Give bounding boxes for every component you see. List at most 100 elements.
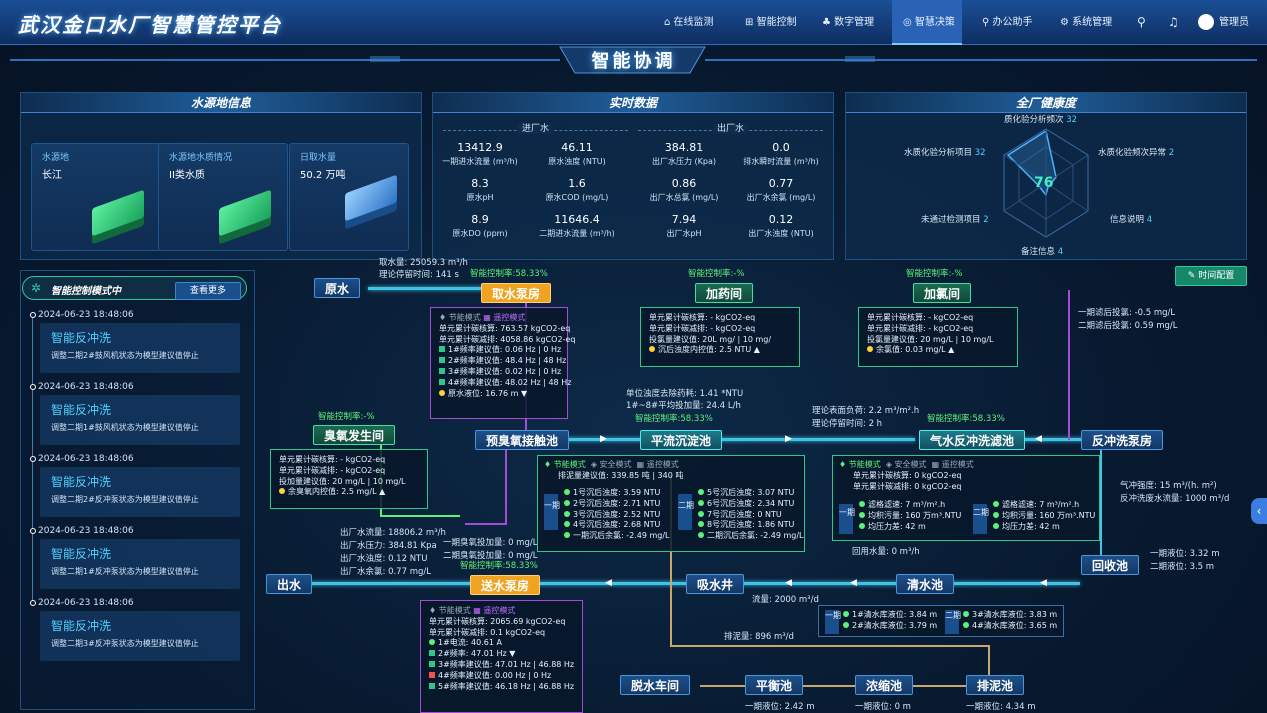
rt-value: 8.3 [471,177,489,190]
node-ozone-room[interactable]: 臭氧发生间 [313,425,396,445]
node-raw-water[interactable]: 原水 [314,278,361,298]
source-card-location: 水源地 长江 [31,143,161,251]
nav-online-monitor[interactable]: ⌂ 在线监测 [664,0,714,45]
node-send-pump[interactable]: 送水泵房 [470,575,541,595]
edit-icon: ✎ [1187,271,1196,281]
filter-right-list: 滤格滤速: 7 m³/m².h 均积污量: 160 万m³.NTU 均压力差: … [993,500,1095,532]
mode-label: 智能控制模式中 [51,286,121,297]
rt-cell: 11646.4 二期进水流量 (m³/h) [532,213,622,239]
rt-cell: 0.0 排水瞬时流量 (m³/h) [736,141,826,167]
dosing-info-box: 单元累计碳核算: - kgCO2-eq 单元累计碳减排: - kgCO2-eq … [640,307,800,367]
timeline-dot [30,384,36,390]
node-filter[interactable]: 气水反冲洗滤池 [919,430,1026,450]
timeline-dot [30,312,36,318]
out-cl-label: 出厂水余氯: 0.77 mg/L [340,567,431,577]
nav-system-mgmt[interactable]: ⚙ 系统管理 [1060,0,1112,45]
remote-icon: ▦ [473,606,481,615]
event-card[interactable]: 智能反冲洗 调整二期1#鼓风机状态为模型建议值停止 [40,395,240,445]
time-config-button[interactable]: ✎ 时间配置 [1175,266,1247,286]
info-line: 单元累计碳减排: 4058.86 kgCO2-eq [439,334,576,344]
node-dewatering[interactable]: 脱水车间 [620,675,691,695]
nav-digital-mgmt[interactable]: ♣ 数字管理 [822,0,874,45]
node-dosing-room[interactable]: 加药间 [695,283,754,303]
bell-icon[interactable]: ♫ [1168,0,1179,45]
intake-rate-label: 智能控制率:58.33% [470,269,548,279]
chlor-info-box: 单元累计碳核算: - kgCO2-eq 单元累计碳减排: - kgCO2-eq … [858,307,1018,367]
event-desc: 调整二期2#反冲泵状态为模型建议值停止 [51,495,199,504]
rt-cell: 0.12 出厂水浊度 (NTU) [736,213,826,239]
card-value: 长江 [42,170,62,181]
node-chlorination-room[interactable]: 加氯间 [913,283,972,303]
pipe [505,445,507,525]
mode-row: ♦ 节能模式 ▦ 遥控模式 [429,606,516,615]
clear-left-list: 1#清水库液位: 3.84 m 2#清水库液位: 3.79 m [843,610,937,632]
node-balance-tank[interactable]: 平衡池 [745,675,804,695]
rt-label: 出厂水总氯 (mg/L) [649,193,719,202]
event-card[interactable]: 智能反冲洗 调整二期1#反冲泵状态为模型建议值停止 [40,539,240,589]
node-thickener[interactable]: 浓缩池 [855,675,914,695]
info-line: 4#频率建议值: 0.00 Hz | 0 Hz [429,671,574,682]
nav-smart-decision[interactable]: ◎ 智慧决策 [892,0,962,45]
rt-value: 13412.9 [457,141,503,154]
info-line: 单元累计碳核算: - kgCO2-eq [649,313,756,322]
event-card[interactable]: 智能反冲洗 调整二期2#鼓风机状态为模型建议值停止 [40,323,240,373]
arrow-icon: ◀ [785,578,792,588]
info-line: 单元累计碳核算: 0 kgCO2-eq [853,470,962,480]
shield-icon: ◈ [885,460,892,469]
node-preozone[interactable]: 预臭氧接触池 [475,430,570,450]
rt-value: 7.94 [671,213,697,226]
rt-label: 排水瞬时流量 (m³/h) [743,157,819,166]
info-line: 2#频率: 47.01 Hz ▼ [429,649,574,660]
sed-avg-label: 1#~8#平均投加量: 24.4 L/h [626,401,741,411]
dosing-rate-label: 智能控制率:-% [688,269,745,279]
rt-label: 出厂水余氯 (mg/L) [746,193,816,202]
sludge-flow-label: 排泥量: 896 m³/d [724,632,794,642]
event-card[interactable]: 智能反冲洗 调整二期3#反冲泵状态为模型建议值停止 [40,611,240,661]
node-recovery-tank[interactable]: 回收池 [1081,555,1140,575]
card-label: 水源地 [42,153,70,163]
wrench-icon: ⚲ [982,17,990,28]
node-outflow[interactable]: 出水 [266,574,313,594]
level2-label: 二期液位: 3.5 m [1150,562,1215,572]
nav-smart-control[interactable]: ⊞ 智能控制 [745,0,797,45]
node-suction-well[interactable]: 吸水井 [686,574,745,594]
radar-axis-label: 备注信息 4 [1021,247,1064,257]
event-time: 2024-06-23 18:48:06 [38,310,134,320]
intake-flow-label: 取水量: 25059.3 m³/h [379,258,468,268]
thicken-level-label: 一期液位: 0 m [855,702,911,712]
info-line: 投加量建议值: 20 mg/L | 10 mg/L [279,476,406,486]
org-icon: ♣ [822,17,831,28]
node-backwash-pump[interactable]: 反冲洗泵房 [1081,430,1164,450]
search-icon[interactable]: ⚲ [1137,0,1146,45]
pipe [465,523,507,525]
user-menu[interactable]: 管理员 [1198,0,1249,45]
arrow-icon: ▶ [600,434,607,444]
node-intake-pump[interactable]: 取水泵房 [481,283,552,303]
info-line: 余氯值: 0.03 mg/L ▲ [867,345,1009,356]
recycle-label: 回用水量: 0 m³/h [852,547,920,557]
nav-office-assistant[interactable]: ⚲ 办公助手 [982,0,1033,45]
view-more-button[interactable]: 查看更多 [175,282,241,300]
rt-value: 0.0 [772,141,790,154]
sed-right-list: 5号沉后浊度: 3.07 NTU 6号沉后浊度: 2.34 NTU 7号沉后浊度… [698,488,804,542]
collapse-tab[interactable]: ‹ [1251,498,1267,524]
app-root: 武汉金口水厂智慧管控平台 ⌂ 在线监测 ⊞ 智能控制 ♣ 数字管理 ◎ 智慧决策… [0,0,1267,713]
info-line: 单元累计碳减排: 0 kgCO2-eq [853,481,962,491]
node-sludge-tank[interactable]: 排泥池 [966,675,1025,695]
source-card-quality: 水源地水质情况 II类水质 [158,143,288,251]
shield-icon: ◈ [590,460,597,469]
rt-value: 384.81 [664,141,704,154]
node-sedimentation[interactable]: 平流沉淀池 [640,430,723,450]
rt-cell: 46.11 原水浊度 (NTU) [532,141,622,167]
info-line: 单元累计碳减排: - kgCO2-eq [649,323,756,333]
sed-rate-label: 智能控制率:58.33% [635,414,713,424]
event-title: 智能反冲洗 [51,403,112,417]
node-clear-water[interactable]: 清水池 [896,574,955,594]
realtime-panel-title: 实时数据 [433,93,833,113]
surface-load-label: 理论表面负荷: 2.2 m³/m².h [812,406,920,416]
event-card[interactable]: 智能反冲洗 调整二期2#反冲泵状态为模型建议值停止 [40,467,240,517]
leaf-icon: ♦ [544,460,552,469]
clear-water-box: 一期 二期 1#清水库液位: 3.84 m 2#清水库液位: 3.79 m 3#… [818,605,1064,637]
retention2-label: 理论停留时间: 2 h [812,419,883,429]
send-pump-info-box: ♦ 节能模式 ▦ 遥控模式 单元累计碳核算: 2065.69 kgCO2-eq … [420,600,583,713]
